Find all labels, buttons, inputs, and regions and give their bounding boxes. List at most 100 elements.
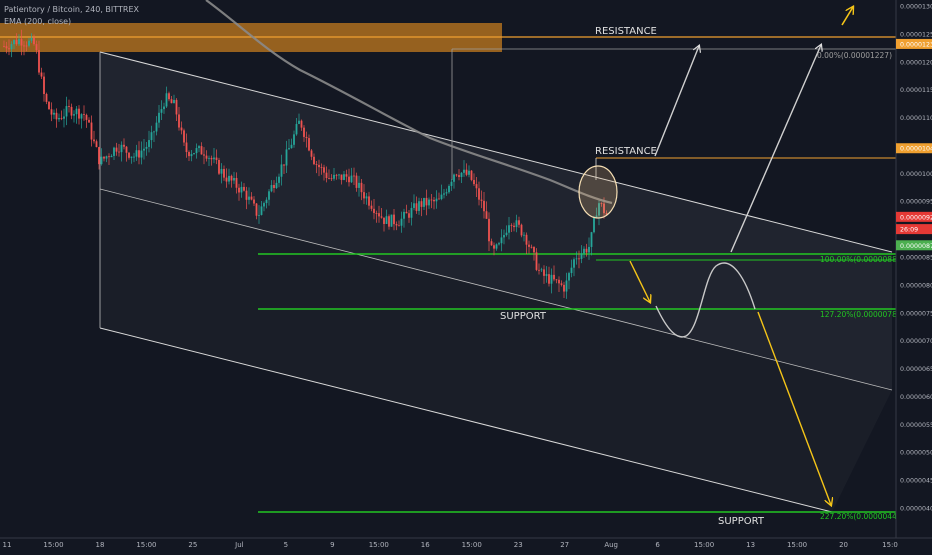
- y-tick-label: 0.00001000: [900, 171, 932, 178]
- y-tick-label: 0.00000850: [900, 255, 932, 262]
- candle-body: [443, 193, 445, 195]
- candle-body: [115, 147, 118, 152]
- candle-body: [345, 174, 348, 177]
- candle-body: [103, 156, 105, 159]
- candle-body: [393, 214, 395, 225]
- candle-body: [515, 220, 518, 228]
- candle-body: [293, 134, 295, 145]
- candle-body: [593, 217, 595, 233]
- candle-body: [398, 225, 400, 227]
- candle-body: [353, 175, 355, 177]
- candle-body: [543, 269, 545, 276]
- y-tick-label: 0.00001100: [900, 115, 932, 122]
- candle-body: [375, 213, 378, 214]
- candle-body: [495, 244, 498, 249]
- candle-body: [265, 199, 268, 204]
- candle-body: [430, 199, 433, 201]
- price-badge-label: 0.00000922: [900, 214, 932, 221]
- candle-body: [45, 93, 48, 102]
- candle-body: [3, 46, 5, 47]
- candle-body: [253, 199, 255, 204]
- x-tick-label: 16: [421, 541, 430, 549]
- candle-body: [180, 127, 183, 131]
- candle-body: [328, 178, 330, 179]
- candle-body: [50, 109, 53, 115]
- candle-body: [480, 199, 483, 201]
- x-tick-label: 15:00: [694, 541, 714, 549]
- candle-body: [208, 157, 210, 159]
- candle-body: [155, 122, 158, 132]
- candle-body: [93, 139, 95, 142]
- candle-body: [538, 269, 540, 271]
- price-badge-label: 0.00000871: [900, 243, 932, 250]
- candle-body: [553, 274, 555, 280]
- candle-body: [38, 50, 40, 73]
- candle-body: [170, 99, 173, 104]
- candle-body: [240, 186, 243, 193]
- candle-body: [550, 274, 553, 284]
- candle-body: [280, 164, 283, 177]
- y-tick-label: 0.00000550: [900, 422, 932, 429]
- candle-body: [330, 178, 333, 180]
- candle-body: [558, 279, 560, 284]
- candle-body: [43, 76, 45, 94]
- candle-body: [403, 211, 405, 219]
- candle-body: [315, 164, 318, 165]
- candle-body: [250, 196, 253, 200]
- candle-body: [433, 199, 435, 202]
- candle-body: [178, 114, 180, 128]
- candle-body: [578, 258, 580, 260]
- candle-body: [505, 232, 508, 236]
- fib-label-127: 127.20%(0.00000788): [820, 310, 905, 319]
- candle-body: [168, 93, 170, 100]
- candle-body: [583, 248, 585, 254]
- candle-body: [63, 116, 65, 119]
- resistance-label-mid: RESISTANCE: [595, 146, 657, 157]
- candle-body: [535, 252, 538, 270]
- candle-body: [130, 156, 133, 158]
- candle-body: [13, 40, 15, 45]
- candle-body: [420, 201, 423, 207]
- candle-body: [478, 188, 480, 200]
- y-tick-label: 0.00000650: [900, 366, 932, 373]
- candle-body: [98, 147, 100, 165]
- candle-body: [220, 168, 223, 174]
- candle-body: [198, 146, 200, 149]
- candle-body: [440, 194, 443, 200]
- candle-body: [160, 109, 163, 113]
- candle-body: [498, 243, 500, 245]
- candle-body: [428, 199, 430, 206]
- candle-body: [318, 164, 320, 168]
- candle-body: [285, 149, 288, 166]
- x-tick-label: 18: [95, 541, 104, 549]
- candle-body: [530, 246, 533, 248]
- candle-body: [15, 40, 18, 45]
- candle-body: [118, 151, 120, 153]
- candle-body: [463, 169, 465, 173]
- candle-body: [108, 156, 110, 158]
- x-tick-label: 11: [3, 541, 12, 549]
- candle-body: [573, 259, 575, 268]
- candle-body: [378, 213, 380, 217]
- candle-body: [453, 174, 455, 182]
- candle-body: [235, 177, 238, 188]
- y-tick-label: 0.00000750: [900, 310, 932, 317]
- candle-body: [135, 150, 138, 157]
- candle-body: [213, 157, 215, 160]
- candle-body: [95, 141, 98, 148]
- candle-body: [143, 148, 145, 151]
- candle-body: [343, 174, 345, 180]
- candle-body: [555, 279, 558, 281]
- candle-body: [290, 144, 293, 149]
- candle-body: [548, 274, 550, 284]
- candle-body: [68, 106, 70, 107]
- candle-body: [190, 154, 193, 157]
- candle-body: [445, 192, 448, 194]
- price-axis[interactable]: [896, 0, 932, 538]
- candle-body: [25, 45, 28, 47]
- price-chart[interactable]: RESISTANCE RESISTANCE SUPPORT SUPPORT 0.…: [0, 0, 932, 550]
- candle-body: [133, 156, 135, 158]
- candle-body: [475, 184, 478, 189]
- candle-body: [575, 258, 578, 260]
- candle-body: [188, 152, 190, 157]
